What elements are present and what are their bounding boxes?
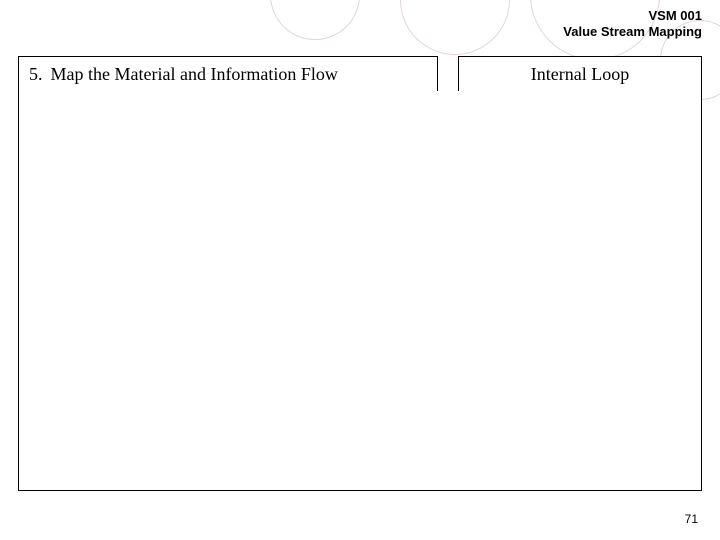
decorative-circle: [270, 0, 360, 40]
decorative-circle: [400, 0, 510, 55]
course-code: VSM 001: [563, 8, 702, 24]
section-title-box: 5. Map the Material and Information Flow: [18, 56, 438, 92]
slide-header: VSM 001 Value Stream Mapping: [563, 8, 702, 41]
title-boxes-row: 5. Map the Material and Information Flow…: [18, 56, 702, 92]
course-title: Value Stream Mapping: [563, 24, 702, 40]
slide: VSM 001 Value Stream Mapping 5. Map the …: [0, 0, 720, 540]
subsection-label: Internal Loop: [531, 64, 629, 85]
content-frame: [18, 91, 702, 491]
subsection-title-box: Internal Loop: [458, 56, 702, 92]
section-number: 5.: [29, 64, 43, 85]
section-label: Map the Material and Information Flow: [51, 64, 338, 85]
page-number: 71: [685, 512, 698, 526]
